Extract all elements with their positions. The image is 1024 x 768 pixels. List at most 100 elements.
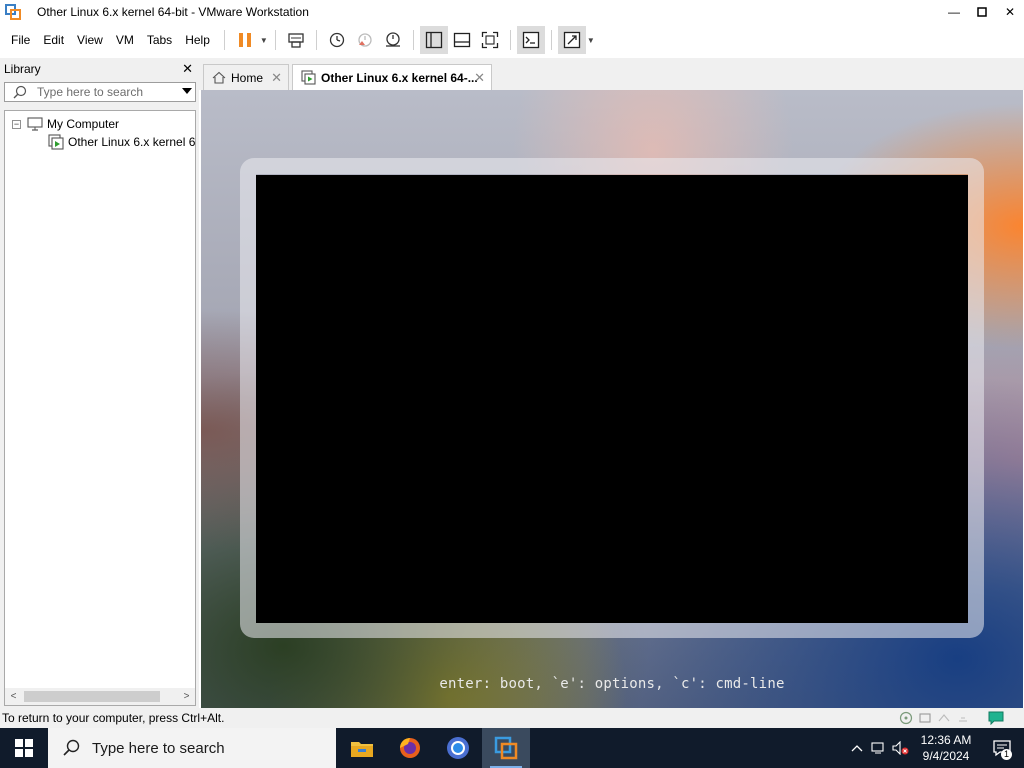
- system-tray: 12:36 AM 9/4/2024 1: [846, 728, 1024, 768]
- unity-icon: [563, 31, 581, 49]
- search-icon: [13, 85, 27, 99]
- tab-vm-close-icon[interactable]: ✕: [474, 70, 485, 86]
- snapshot-manager-button[interactable]: [379, 26, 407, 54]
- tab-home[interactable]: Home ✕: [203, 64, 289, 90]
- tree-label-vm: Other Linux 6.x kernel 64: [68, 135, 196, 149]
- network-icon[interactable]: [868, 728, 890, 768]
- show-hidden-icons-chevron-icon[interactable]: [846, 728, 868, 768]
- full-screen-icon: [481, 31, 499, 49]
- library-horizontal-scrollbar[interactable]: < >: [5, 688, 195, 705]
- tab-home-close-icon[interactable]: ✕: [271, 70, 282, 86]
- vmware-icon: [494, 736, 518, 760]
- collapse-toggle[interactable]: −: [12, 119, 21, 129]
- boot-hint-text: enter: boot, `e': options, `c': cmd-line: [439, 676, 785, 692]
- close-button[interactable]: ✕: [996, 0, 1024, 24]
- vmware-app-icon: [5, 4, 21, 20]
- send-ctrl-alt-del-icon: [288, 33, 304, 48]
- taskbar-search-box[interactable]: Type here to search: [48, 728, 336, 768]
- firefox-icon: [400, 738, 420, 758]
- taskbar-file-explorer[interactable]: [338, 728, 386, 768]
- toolbar-separator: [223, 30, 225, 50]
- tree-item-vm[interactable]: Other Linux 6.x kernel 64: [48, 134, 196, 150]
- thumbnail-view-button[interactable]: [448, 26, 476, 54]
- menu-view[interactable]: View: [71, 33, 109, 47]
- toolbar-separator: [412, 30, 414, 50]
- menu-edit[interactable]: Edit: [37, 33, 70, 47]
- toolbar-separator: [274, 30, 276, 50]
- maximize-button[interactable]: [968, 0, 996, 24]
- taskbar-firefox[interactable]: [386, 728, 434, 768]
- notification-badge: 1: [1001, 749, 1012, 760]
- status-device-disk-icon[interactable]: [897, 710, 914, 726]
- tab-vm-label: Other Linux 6.x kernel 64-...: [321, 70, 478, 85]
- status-message: To return to your computer, press Ctrl+A…: [2, 711, 225, 725]
- status-device-usb-icon[interactable]: [954, 710, 971, 726]
- library-view-icon: [425, 31, 443, 49]
- search-dropdown-arrow[interactable]: [182, 88, 192, 94]
- library-close-icon[interactable]: ✕: [182, 61, 193, 77]
- status-message-log-icon[interactable]: [987, 710, 1004, 726]
- computer-icon: [27, 117, 43, 131]
- taskbar-clock[interactable]: 12:36 AM 9/4/2024: [912, 732, 980, 764]
- status-device-cd-icon[interactable]: [916, 710, 933, 726]
- taskbar-search-placeholder: Type here to search: [92, 739, 225, 757]
- library-search-box[interactable]: [4, 82, 196, 102]
- tab-vm[interactable]: Other Linux 6.x kernel 64-... ✕: [292, 64, 492, 90]
- menu-help[interactable]: Help: [179, 33, 216, 47]
- home-icon: [212, 71, 226, 84]
- pause-button[interactable]: [231, 26, 259, 54]
- menu-file[interactable]: File: [5, 33, 36, 47]
- status-bar: To return to your computer, press Ctrl+A…: [0, 708, 1024, 728]
- minimize-button[interactable]: —: [940, 0, 968, 24]
- scroll-thumb[interactable]: [24, 691, 160, 702]
- tree-label-my-computer: My Computer: [47, 117, 120, 131]
- toolbar-separator: [315, 30, 317, 50]
- vm-running-icon: [301, 70, 316, 85]
- maximize-icon: [977, 7, 987, 17]
- vm-running-icon: [48, 134, 64, 150]
- clock-time: 12:36 AM: [920, 733, 972, 747]
- toolbar-separator: [509, 30, 511, 50]
- unity-dropdown[interactable]: ▼: [586, 26, 596, 54]
- revert-snapshot-button[interactable]: [351, 26, 379, 54]
- search-icon: [63, 739, 80, 756]
- pause-icon: [238, 33, 251, 47]
- library-panel: Library ✕ − My Computer Other Linux 6.x …: [0, 58, 199, 708]
- taskbar-chrome[interactable]: [434, 728, 482, 768]
- power-dropdown[interactable]: ▼: [259, 26, 269, 54]
- tab-strip: Home ✕ Other Linux 6.x kernel 64-... ✕: [199, 58, 1024, 90]
- windows-start-icon: [15, 739, 33, 757]
- snapshot-icon: [329, 32, 345, 48]
- library-search-input[interactable]: [37, 85, 177, 99]
- send-ctrl-alt-del-button[interactable]: [282, 26, 310, 54]
- menu-vm[interactable]: VM: [110, 33, 140, 47]
- menu-tabs[interactable]: Tabs: [141, 33, 178, 47]
- toolbar-separator: [550, 30, 552, 50]
- full-screen-button[interactable]: [476, 26, 504, 54]
- window-title: Other Linux 6.x kernel 64-bit - VMware W…: [37, 5, 309, 19]
- snapshot-manager-icon: [385, 32, 400, 47]
- status-device-network-icon[interactable]: [935, 710, 952, 726]
- volume-muted-icon[interactable]: [890, 728, 912, 768]
- menu-toolbar: File Edit View VM Tabs Help ▼ ▼: [0, 24, 1024, 56]
- console-view-button[interactable]: [516, 26, 545, 54]
- tab-home-label: Home: [231, 70, 264, 85]
- snapshot-button[interactable]: [323, 26, 351, 54]
- unity-button[interactable]: [557, 26, 586, 54]
- scroll-left-icon[interactable]: <: [5, 688, 22, 705]
- library-view-button[interactable]: [419, 26, 448, 54]
- scroll-right-icon[interactable]: >: [178, 688, 195, 705]
- thumbnail-view-icon: [453, 32, 471, 48]
- tree-item-my-computer[interactable]: − My Computer: [12, 116, 119, 132]
- notification-center-button[interactable]: 1: [980, 728, 1024, 768]
- taskbar-vmware[interactable]: [482, 728, 530, 768]
- vm-console-screen[interactable]: enter: boot, `e': options, `c': cmd-line: [201, 90, 1023, 708]
- start-button[interactable]: [0, 728, 48, 768]
- library-title: Library: [4, 62, 41, 76]
- console-view-icon: [522, 31, 540, 49]
- boot-menu-area[interactable]: [256, 175, 968, 623]
- revert-snapshot-icon: [358, 33, 372, 47]
- clock-date: 9/4/2024: [922, 749, 970, 763]
- chrome-icon: [447, 737, 469, 759]
- library-tree: − My Computer Other Linux 6.x kernel 64 …: [4, 110, 196, 706]
